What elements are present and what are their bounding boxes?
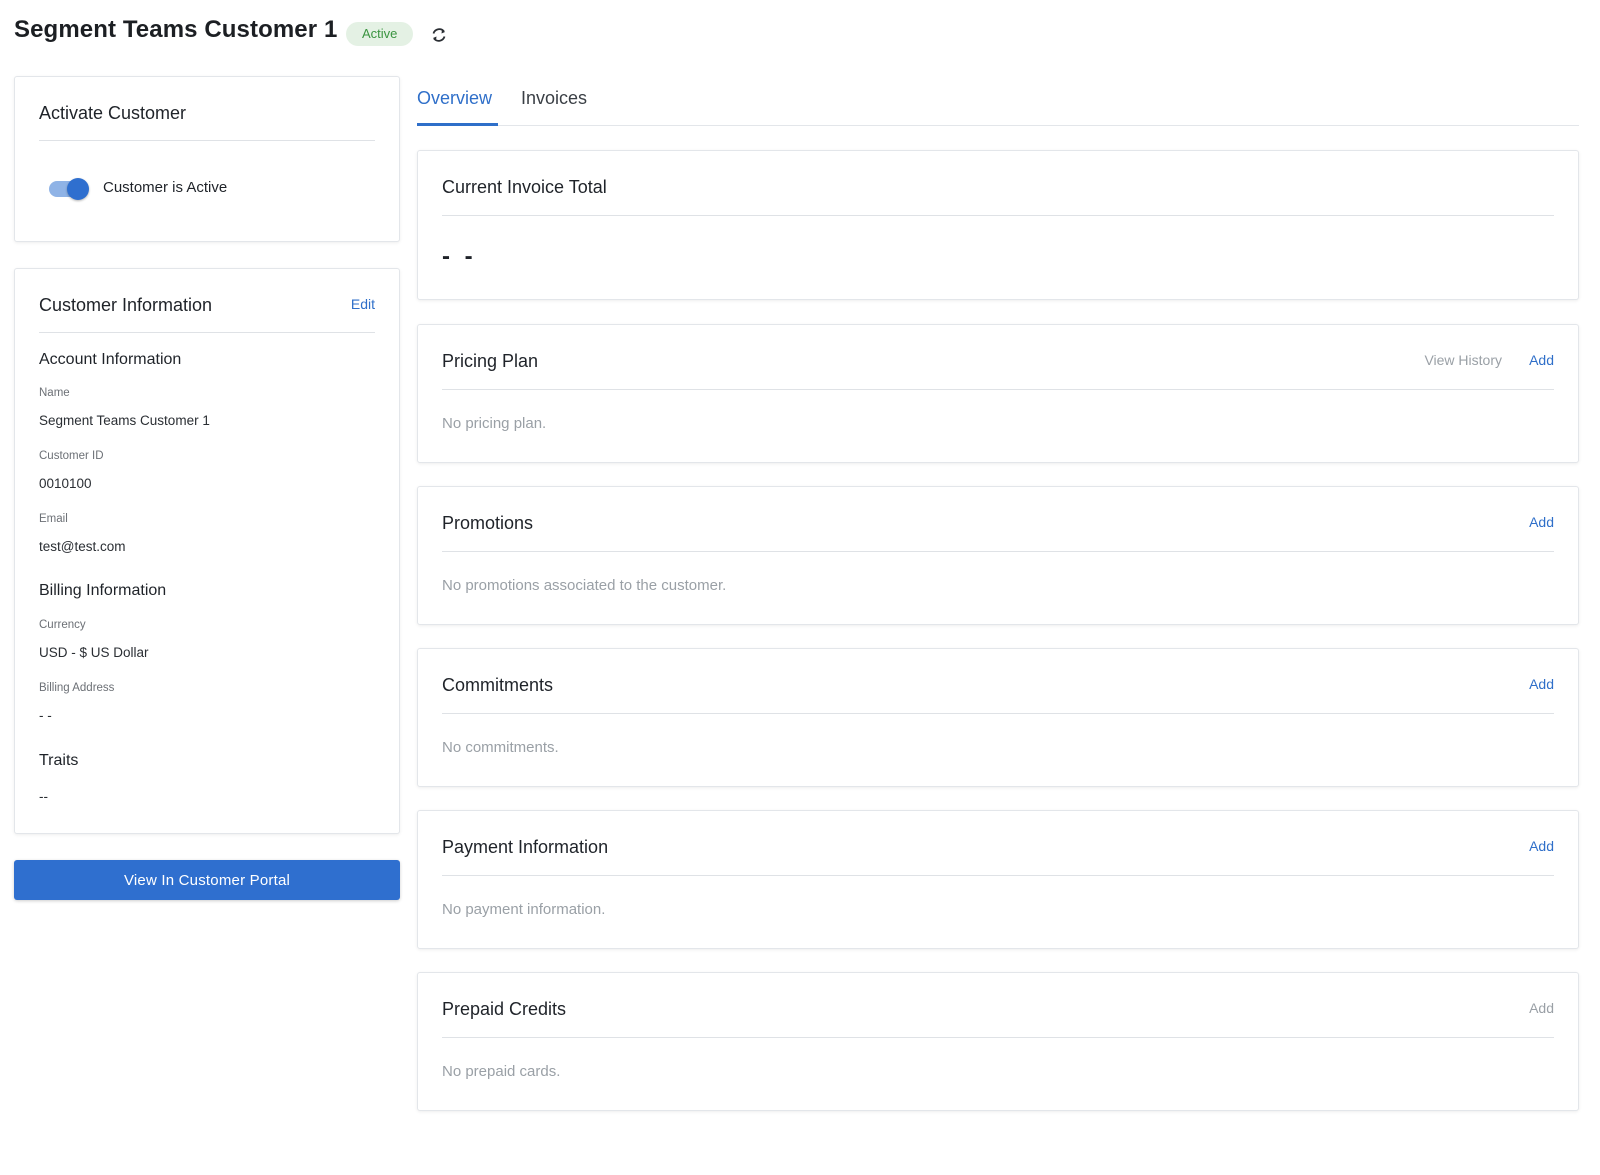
status-badge: Active [346,22,414,46]
billing-information-heading: Billing Information [39,582,167,599]
divider [442,389,1554,390]
activate-customer-card: Activate Customer Customer is Active [14,76,400,242]
add-prepaid-credit-link[interactable]: Add [1529,1000,1554,1016]
pricing-plan-title: Pricing Plan [442,351,539,371]
customer-information-card: Customer Information Edit Account Inform… [14,268,400,834]
divider [442,1037,1554,1038]
prepaid-credits-empty-text: No prepaid cards. [442,1063,561,1080]
divider [39,140,375,141]
billing-address-label: Billing Address [39,682,115,694]
promotions-card: Promotions Add No promotions associated … [417,486,1579,625]
payment-information-title: Payment Information [442,837,609,857]
add-payment-link[interactable]: Add [1529,838,1554,854]
billing-address-value: - - [39,708,52,723]
view-history-link[interactable]: View History [1424,352,1502,368]
promotions-empty-text: No promotions associated to the customer… [442,577,727,594]
view-in-customer-portal-button[interactable]: View In Customer Portal [14,860,400,900]
customer-information-title: Customer Information [39,295,213,315]
email-value: test@test.com [39,539,126,554]
divider [442,551,1554,552]
tab-invoices[interactable]: Invoices [521,88,587,109]
prepaid-credits-card: Prepaid Credits Add No prepaid cards. [417,972,1579,1111]
divider [39,332,375,333]
traits-heading: Traits [39,752,79,769]
tab-overview[interactable]: Overview [417,88,492,109]
divider [442,215,1554,216]
tab-bar: Overview Invoices [417,84,1579,126]
commitments-card: Commitments Add No commitments. [417,648,1579,787]
add-pricing-plan-link[interactable]: Add [1529,352,1554,368]
invoice-total-value: - - [442,243,477,270]
add-commitment-link[interactable]: Add [1529,676,1554,692]
commitments-empty-text: No commitments. [442,739,559,756]
toggle-label: Customer is Active [103,179,228,196]
toggle-knob [67,178,89,200]
prepaid-credits-title: Prepaid Credits [442,999,567,1019]
currency-label: Currency [39,619,86,631]
current-invoice-total-card: Current Invoice Total - - [417,150,1579,300]
email-label: Email [39,513,68,525]
refresh-icon[interactable] [428,24,450,46]
customer-id-value: 0010100 [39,476,92,491]
customer-id-label: Customer ID [39,450,104,462]
promotions-title: Promotions [442,513,534,533]
traits-value: -- [39,789,48,804]
page-title: Segment Teams Customer 1 [14,16,338,43]
edit-customer-link[interactable]: Edit [351,296,375,312]
currency-value: USD - $ US Dollar [39,645,149,660]
active-tab-indicator [417,123,498,126]
name-label: Name [39,387,70,399]
commitments-title: Commitments [442,675,554,695]
payment-information-empty-text: No payment information. [442,901,606,918]
name-value: Segment Teams Customer 1 [39,413,210,428]
pricing-plan-empty-text: No pricing plan. [442,415,547,432]
customer-active-toggle[interactable] [49,178,89,200]
divider [442,713,1554,714]
add-promotion-link[interactable]: Add [1529,514,1554,530]
current-invoice-total-title: Current Invoice Total [442,177,607,197]
account-information-heading: Account Information [39,351,182,368]
pricing-plan-card: Pricing Plan View History Add No pricing… [417,324,1579,463]
divider [442,875,1554,876]
activate-customer-title: Activate Customer [39,103,187,123]
payment-information-card: Payment Information Add No payment infor… [417,810,1579,949]
